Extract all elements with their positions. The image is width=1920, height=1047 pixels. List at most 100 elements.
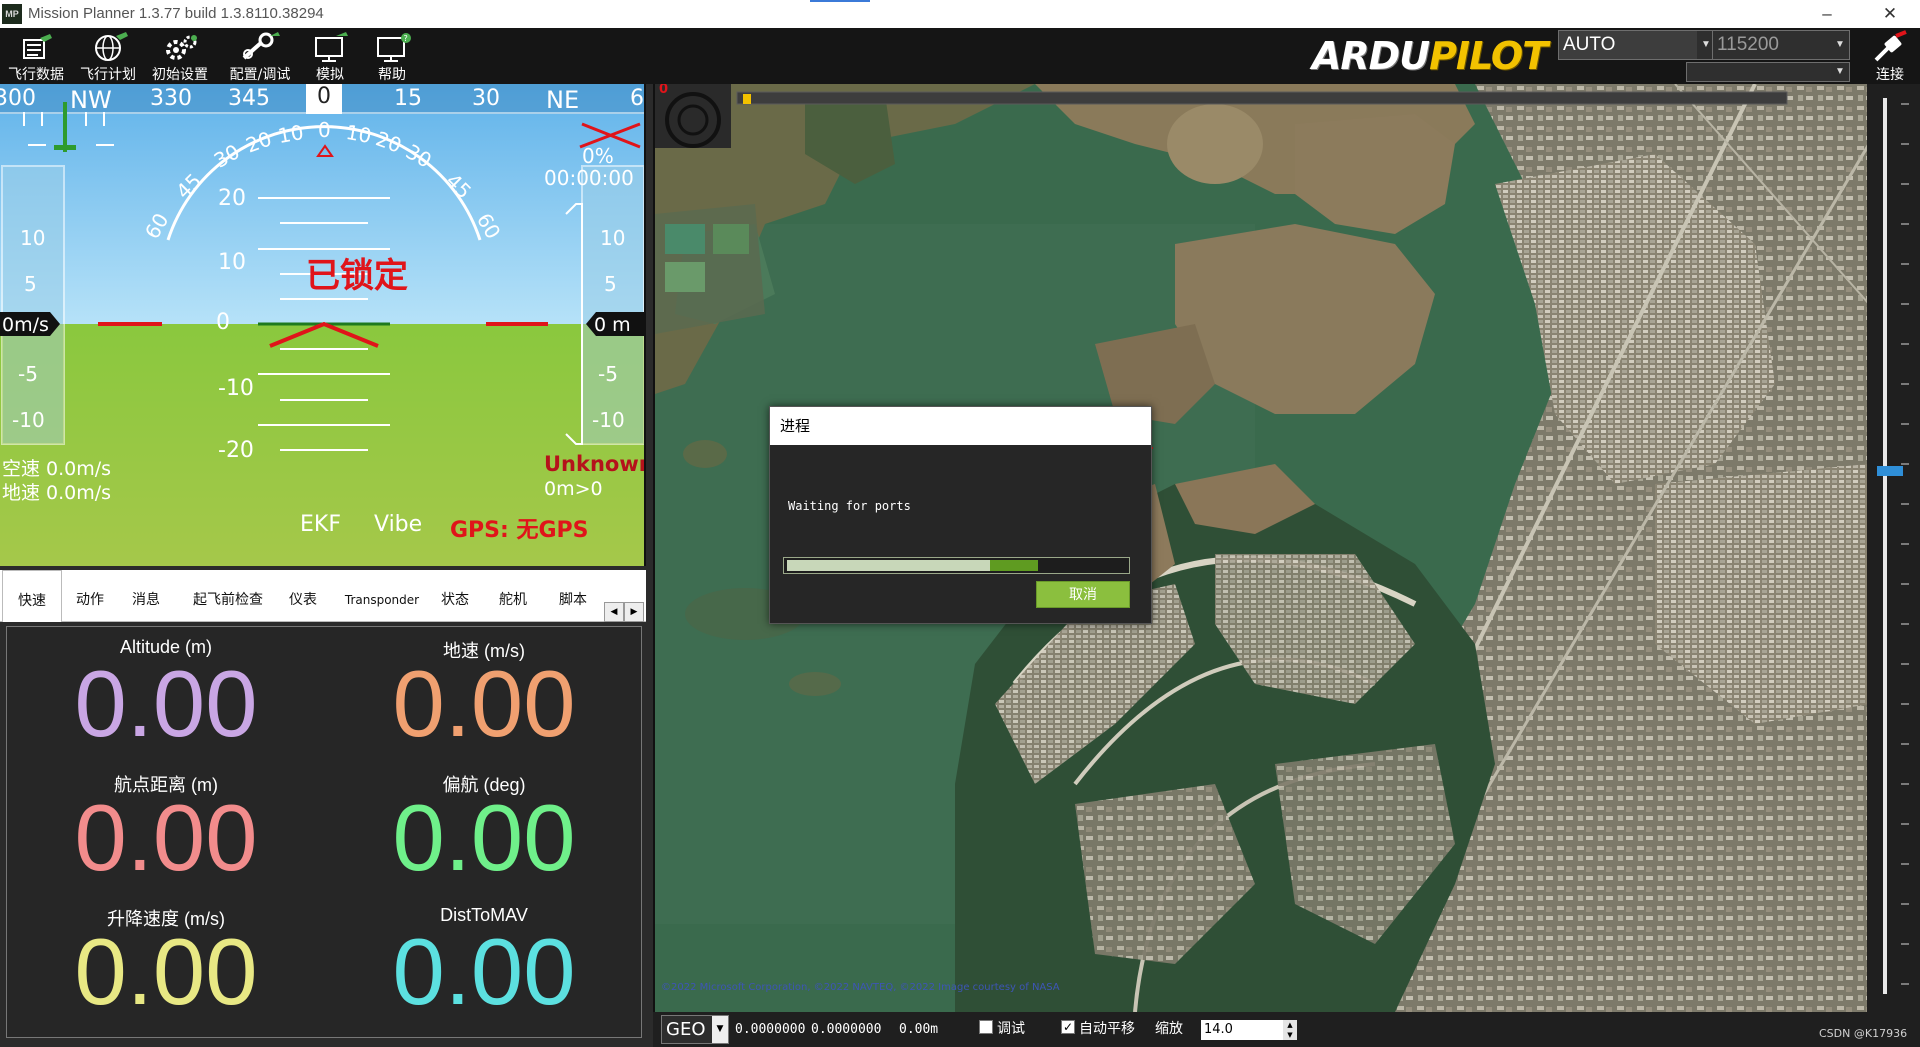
dialog-message: Waiting for ports xyxy=(788,499,911,513)
menu-initial-setup[interactable]: 初始设置 xyxy=(144,28,216,84)
baud-value: 115200 xyxy=(1717,34,1779,55)
menu-label: 配置/调试 xyxy=(229,67,291,83)
data-tabs: 快速 动作 消息 起飞前检查 仪表 Transponder 状态 舵机 脚本 ◀… xyxy=(0,570,646,622)
heading-label: 345 xyxy=(228,86,270,111)
ekf-indicator[interactable]: EKF xyxy=(300,512,341,537)
speed-tape-label: -5 xyxy=(18,362,38,386)
quick-view-panel: Altitude (m) 0.00 地速 (m/s) 0.00 航点距离 (m)… xyxy=(6,626,642,1038)
tab-messages[interactable]: 消息 xyxy=(120,570,172,622)
quick-cell-altitude[interactable]: Altitude (m) 0.00 xyxy=(7,627,325,763)
heading-label: 330 xyxy=(150,86,192,111)
map-status-bar: GEO ▼ 0.0000000 0.0000000 0.00m 调试 ✓ 自动平移… xyxy=(653,1012,1920,1047)
menu-config-tuning[interactable]: 配置/调试 xyxy=(216,28,304,84)
quick-cell-vertical-speed[interactable]: 升降速度 (m/s) 0.00 xyxy=(7,895,325,1031)
coord-mode-select[interactable]: GEO ▼ xyxy=(661,1015,729,1044)
tab-actions[interactable]: 动作 xyxy=(64,570,116,622)
debug-checkbox[interactable]: 调试 xyxy=(979,1012,1025,1047)
dialog-progress-bar xyxy=(783,557,1130,574)
quick-value: 0.00 xyxy=(392,785,576,890)
flight-plan-icon xyxy=(95,32,128,61)
flight-mode: Unknown xyxy=(544,452,646,476)
quick-value: 0.00 xyxy=(74,785,258,890)
speed-tape-label: -10 xyxy=(12,408,45,432)
tab-servo[interactable]: 舵机 xyxy=(490,570,536,622)
quick-cell-dist-to-mav[interactable]: DistToMAV 0.00 xyxy=(325,895,643,1031)
dialog-title: 进程 xyxy=(770,407,1151,445)
debug-checkbox-box[interactable] xyxy=(979,1020,993,1034)
zoom-slider-graphic xyxy=(1877,98,1909,994)
port-value: AUTO xyxy=(1563,34,1616,55)
logo-text-pilot: PILOT xyxy=(1429,34,1548,78)
tab-gauges[interactable]: 仪表 xyxy=(276,570,330,622)
menu-label: 飞行数据 xyxy=(8,67,64,83)
title-accent xyxy=(810,0,870,2)
map-progress-red-value: 0 xyxy=(659,84,669,97)
tab-scroll-left-icon[interactable]: ◀ xyxy=(604,602,624,622)
simulation-icon xyxy=(315,32,348,62)
roll-label: 10 xyxy=(276,119,306,149)
speed-tape-label: 5 xyxy=(24,272,37,296)
chevron-down-icon[interactable]: ▼ xyxy=(1831,63,1849,81)
flight-timer: 00:00:00 xyxy=(544,166,634,190)
gps-status: GPS: 无GPS xyxy=(450,518,589,543)
tab-status[interactable]: 状态 xyxy=(432,570,478,622)
autopan-checkbox-box[interactable]: ✓ xyxy=(1061,1020,1075,1034)
map-zoom-slider[interactable] xyxy=(1867,84,1920,1012)
cancel-button[interactable]: 取消 xyxy=(1036,581,1130,608)
tab-scripts[interactable]: 脚本 xyxy=(548,570,598,622)
menu-help[interactable]: ? 帮助 xyxy=(356,28,428,84)
watermark: CSDN @K17936 xyxy=(1819,1027,1908,1040)
initial-setup-icon xyxy=(166,35,197,60)
autopan-checkbox[interactable]: ✓ 自动平移 xyxy=(1061,1012,1135,1047)
speed-tape-label: 10 xyxy=(20,226,46,250)
port-select[interactable]: AUTO ▼ xyxy=(1558,30,1716,60)
quick-value: 0.00 xyxy=(392,919,576,1024)
tab-quick[interactable]: 快速 xyxy=(2,570,62,622)
menu-flight-plan[interactable]: 飞行计划 xyxy=(72,28,144,84)
connect-label: 连接 xyxy=(1876,67,1904,83)
zoom-input[interactable]: 14.0 ▲ ▼ xyxy=(1201,1020,1297,1040)
alt-tape-label: -10 xyxy=(592,408,625,432)
logo-text-ardu: ARDU xyxy=(1312,34,1430,78)
waypoint-distance: 0m>0 xyxy=(544,478,603,500)
dialog-progress-marquee xyxy=(990,560,1038,571)
roll-label: 10 xyxy=(344,119,374,149)
config-tuning-icon xyxy=(242,32,280,60)
quick-cell-yaw[interactable]: 偏航 (deg) 0.00 xyxy=(325,761,643,897)
chevron-down-icon[interactable]: ▼ xyxy=(1831,31,1849,59)
zoom-label: 缩放 xyxy=(1155,1021,1183,1037)
flight-data-icon xyxy=(23,34,52,59)
alt-tape-label: 5 xyxy=(604,272,617,296)
pitch-label: 10 xyxy=(218,250,246,275)
tab-transponder[interactable]: Transponder xyxy=(334,570,430,622)
tab-preflight[interactable]: 起飞前检查 xyxy=(182,570,274,622)
heading-label: 15 xyxy=(394,86,422,111)
airspeed-text: 空速 0.0m/s xyxy=(2,458,112,480)
baud-select[interactable]: 115200 ▼ xyxy=(1712,30,1850,60)
quick-cell-wp-distance[interactable]: 航点距离 (m) 0.00 xyxy=(7,761,325,897)
app-icon: MP xyxy=(2,4,22,24)
close-button[interactable]: ✕ xyxy=(1860,0,1920,28)
vibe-indicator[interactable]: Vibe xyxy=(374,512,422,537)
menu-label: 初始设置 xyxy=(152,67,208,83)
help-icon: ? xyxy=(377,33,411,62)
tab-scroll-right-icon[interactable]: ▶ xyxy=(624,602,644,622)
window-title: Mission Planner 1.3.77 build 1.3.8110.38… xyxy=(28,5,324,22)
menu-flight-data[interactable]: 飞行数据 xyxy=(0,28,72,84)
heading-label: NE xyxy=(546,86,580,114)
profile-select[interactable]: ▼ xyxy=(1686,62,1850,82)
connect-button[interactable]: 连接 xyxy=(1860,28,1920,84)
heading-current: 0 xyxy=(306,84,342,114)
maximize-button[interactable] xyxy=(1798,0,1858,28)
altitude-readout: 0 m xyxy=(594,314,631,336)
autopan-label: 自动平移 xyxy=(1079,1021,1135,1037)
heading-label: 30 xyxy=(472,86,500,111)
chevron-down-icon[interactable]: ▼ xyxy=(712,1016,728,1043)
roll-label: 0 xyxy=(318,118,331,142)
zoom-slider-thumb[interactable] xyxy=(1877,466,1903,476)
quick-cell-groundspeed[interactable]: 地速 (m/s) 0.00 xyxy=(325,627,643,763)
quick-value: 0.00 xyxy=(74,919,258,1024)
zoom-value: 14.0 xyxy=(1204,1022,1233,1037)
menu-label: 飞行计划 xyxy=(80,67,136,83)
zoom-spinner[interactable]: ▲ ▼ xyxy=(1283,1020,1297,1040)
